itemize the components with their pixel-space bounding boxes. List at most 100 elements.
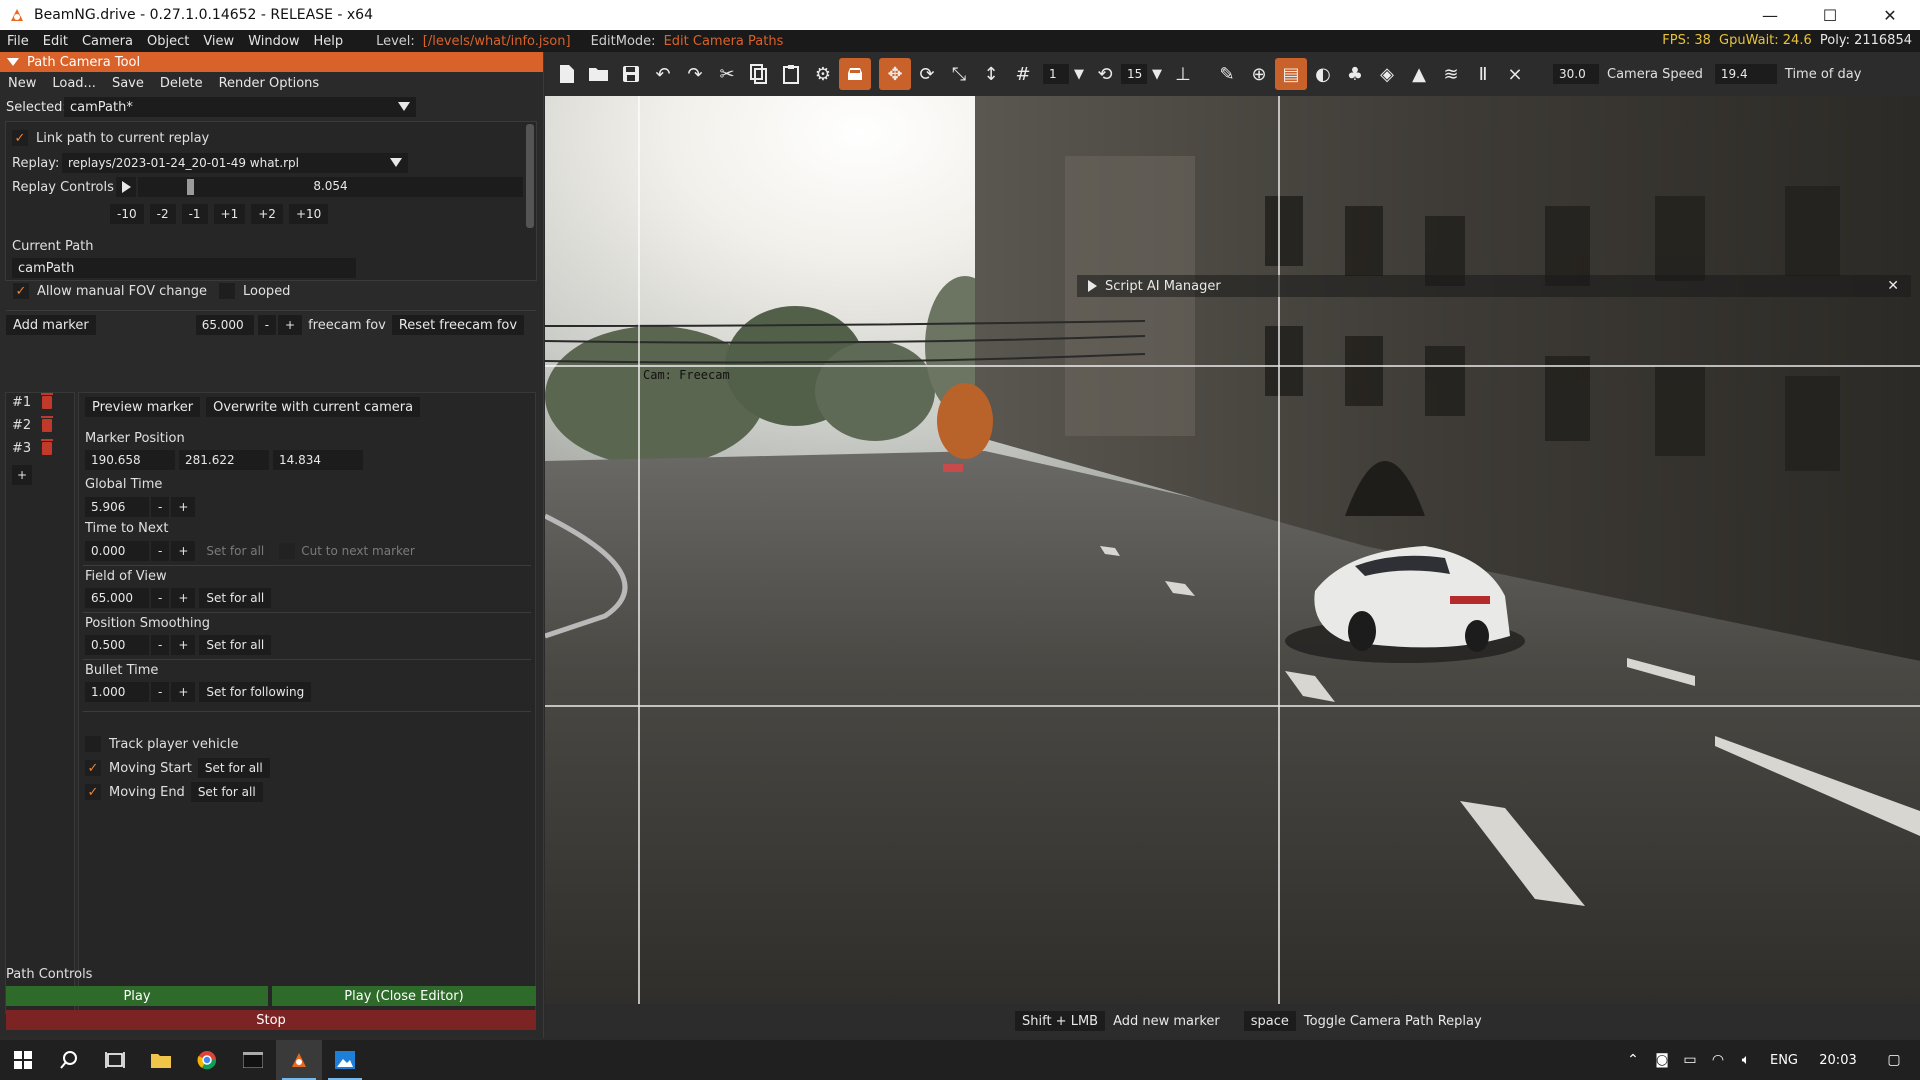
angle-dropdown-arrow-icon[interactable]: ▼ <box>1147 58 1167 90</box>
link-path-checkbox[interactable]: ✓ <box>12 130 28 146</box>
fov-minus-button[interactable]: - <box>257 315 277 335</box>
marker-item-3[interactable]: #3 <box>12 441 42 456</box>
moving-start-set-for-all-button[interactable]: Set for all <box>197 758 270 778</box>
terminal-icon[interactable] <box>230 1040 276 1080</box>
terrain-snap-icon[interactable]: ⊥ <box>1167 58 1199 90</box>
minimize-button[interactable]: — <box>1740 0 1800 30</box>
step-plus1-button[interactable]: +1 <box>213 204 246 224</box>
search-icon[interactable] <box>46 1040 92 1080</box>
cut-icon[interactable]: ✂ <box>711 58 743 90</box>
bullet-minus-button[interactable]: - <box>151 682 170 702</box>
volume-icon[interactable]: 🔈︎ <box>1732 1052 1760 1068</box>
close-button[interactable]: ✕ <box>1860 0 1920 30</box>
new-file-icon[interactable] <box>551 58 583 90</box>
script-ai-manager-bar[interactable]: Script AI Manager ✕ <box>1077 275 1911 297</box>
redo-icon[interactable]: ↷ <box>679 58 711 90</box>
file-explorer-icon[interactable] <box>138 1040 184 1080</box>
step-minus10-button[interactable]: -10 <box>110 204 144 224</box>
vehicle-icon[interactable] <box>839 58 871 90</box>
copy-icon[interactable] <box>743 58 775 90</box>
maximize-button[interactable]: ☐ <box>1800 0 1860 30</box>
layers-icon[interactable]: ◈ <box>1371 58 1403 90</box>
play-close-editor-button[interactable]: Play (Close Editor) <box>272 986 536 1006</box>
menu-file[interactable]: File <box>0 34 36 49</box>
decal-road-icon[interactable]: ≋ <box>1435 58 1467 90</box>
menu-edit[interactable]: Edit <box>36 34 75 49</box>
global-time-input[interactable]: 5.906 <box>85 497 149 517</box>
reset-freecam-fov-button[interactable]: Reset freecam fov <box>391 315 525 335</box>
marker-fov-plus-button[interactable]: + <box>171 588 196 608</box>
fov-plus-button[interactable]: + <box>278 315 303 335</box>
smoothing-set-for-all-button[interactable]: Set for all <box>199 635 272 655</box>
replay-scrollbar[interactable] <box>526 124 534 228</box>
fov-set-for-all-button[interactable]: Set for all <box>199 588 272 608</box>
terrain-paint-icon[interactable]: ▲ <box>1403 58 1435 90</box>
panel-header[interactable]: Path Camera Tool <box>0 52 543 72</box>
allow-fov-checkbox[interactable]: ✓ <box>13 283 29 299</box>
marker-fov-minus-button[interactable]: - <box>151 588 170 608</box>
menu-camera[interactable]: Camera <box>75 34 140 49</box>
task-view-icon[interactable] <box>92 1040 138 1080</box>
delete-marker-1-icon[interactable] <box>41 393 53 409</box>
grid-snap-icon[interactable]: # <box>1007 58 1039 90</box>
ai-path-icon[interactable]: ⨯ <box>1499 58 1531 90</box>
road-icon[interactable]: Ⅱ <box>1467 58 1499 90</box>
marker-item-2[interactable]: #2 <box>12 418 42 433</box>
forest-icon[interactable]: ♣ <box>1339 58 1371 90</box>
notifications-icon[interactable]: ▢ <box>1868 1052 1920 1068</box>
delete-marker-2-icon[interactable] <box>41 416 53 432</box>
global-time-minus-button[interactable]: - <box>151 497 170 517</box>
step-plus10-button[interactable]: +10 <box>288 204 329 224</box>
wifi-icon[interactable]: ◠ <box>1704 1052 1732 1068</box>
position-z-input[interactable]: 14.834 <box>273 450 363 470</box>
world-axis-icon[interactable]: ↕ <box>975 58 1007 90</box>
smoothing-minus-button[interactable]: - <box>151 635 170 655</box>
time-to-next-plus-button[interactable]: + <box>171 541 196 561</box>
current-path-input[interactable]: camPath <box>12 258 356 278</box>
play-button[interactable]: Play <box>6 986 268 1006</box>
step-minus1-button[interactable]: -1 <box>181 204 208 224</box>
smoothing-input[interactable]: 0.500 <box>85 635 149 655</box>
time-to-next-minus-button[interactable]: - <box>151 541 170 561</box>
set-for-following-button[interactable]: Set for following <box>199 682 312 702</box>
global-time-plus-button[interactable]: + <box>171 497 196 517</box>
settings-gear-icon[interactable]: ⚙ <box>807 58 839 90</box>
looped-checkbox[interactable]: ✓ <box>219 283 236 299</box>
menu-window[interactable]: Window <box>241 34 306 49</box>
menu-view[interactable]: View <box>196 34 241 49</box>
battery-icon[interactable]: ▭ <box>1676 1052 1704 1068</box>
replay-play-icon[interactable] <box>116 177 136 197</box>
bullet-time-input[interactable]: 1.000 <box>85 682 149 702</box>
replay-dropdown[interactable]: replays/2023-01-24_20-01-49 what.rpl <box>62 153 408 173</box>
camera-tray-icon[interactable]: ◙ <box>1648 1052 1676 1068</box>
photos-icon[interactable] <box>322 1040 368 1080</box>
time-to-next-input[interactable]: 0.000 <box>85 541 149 561</box>
tray-chevron-up-icon[interactable]: ⌃ <box>1618 1052 1648 1068</box>
menu-object[interactable]: Object <box>140 34 196 49</box>
time-of-day-input[interactable]: 19.4 <box>1714 64 1777 84</box>
chrome-icon[interactable] <box>184 1040 230 1080</box>
undo-icon[interactable]: ↶ <box>647 58 679 90</box>
save-icon[interactable] <box>615 58 647 90</box>
paste-icon[interactable] <box>775 58 807 90</box>
preview-marker-button[interactable]: Preview marker <box>85 397 201 417</box>
3d-viewport[interactable]: Cam: Freecam Script AI Manager ✕ <box>545 96 1920 1004</box>
moving-end-checkbox[interactable]: ✓ <box>85 784 101 800</box>
replay-slider[interactable]: 8.054 <box>138 177 523 197</box>
position-x-input[interactable]: 190.658 <box>85 450 175 470</box>
expand-arrow-icon[interactable] <box>1087 280 1097 292</box>
load-button[interactable]: Load... <box>44 76 104 91</box>
script-ai-close-icon[interactable]: ✕ <box>1887 278 1899 294</box>
add-marker-plus-button[interactable]: + <box>12 465 33 485</box>
delete-button[interactable]: Delete <box>152 76 211 91</box>
step-plus2-button[interactable]: +2 <box>251 204 283 224</box>
rotate-gizmo-icon[interactable]: ⟳ <box>911 58 943 90</box>
fov-input[interactable]: 65.000 <box>85 588 149 608</box>
camera-speed-input[interactable]: 30.0 <box>1553 64 1599 84</box>
menu-help[interactable]: Help <box>306 34 350 49</box>
freecam-fov-input[interactable]: 65.000 <box>195 315 254 335</box>
marker-item-1[interactable]: #1 <box>12 395 42 410</box>
language-indicator[interactable]: ENG <box>1760 1053 1808 1068</box>
save-button[interactable]: Save <box>104 76 152 91</box>
overwrite-camera-button[interactable]: Overwrite with current camera <box>206 397 421 417</box>
